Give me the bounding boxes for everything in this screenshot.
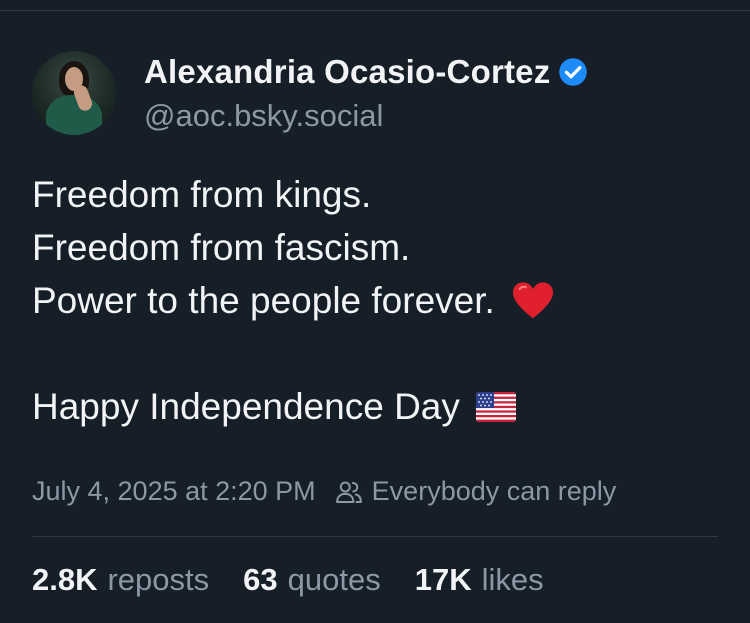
- post-text: Freedom from kings. Freedom from fascism…: [32, 168, 555, 433]
- quotes-label: quotes: [287, 562, 381, 597]
- likes-count: 17K: [414, 562, 472, 597]
- us-flag-icon: [475, 391, 516, 422]
- reposts-label: reposts: [107, 562, 210, 597]
- author-info: Alexandria Ocasio-Cortez @aoc.bsky.socia…: [144, 52, 588, 134]
- likes-label: likes: [481, 562, 544, 597]
- post-meta: July 4, 2025 at 2:20 PM Everybody can re…: [32, 476, 616, 507]
- post-line: Freedom from fascism.: [32, 227, 411, 268]
- quotes-stat[interactable]: 63 quotes: [243, 562, 381, 598]
- top-divider: [0, 10, 750, 11]
- timestamp[interactable]: July 4, 2025 at 2:20 PM: [32, 476, 316, 507]
- red-heart-icon: [512, 281, 553, 318]
- avatar[interactable]: [32, 51, 116, 135]
- display-name-row: Alexandria Ocasio-Cortez: [144, 52, 588, 92]
- likes-stat[interactable]: 17K likes: [415, 562, 544, 598]
- reply-setting[interactable]: Everybody can reply: [372, 476, 617, 507]
- engagement-stats: 2.8K reposts 63 quotes 17K likes: [32, 562, 578, 598]
- reposts-count: 2.8K: [32, 562, 98, 597]
- post-line: Freedom from kings.: [32, 174, 372, 215]
- post-header: Alexandria Ocasio-Cortez @aoc.bsky.socia…: [32, 50, 588, 136]
- display-name[interactable]: Alexandria Ocasio-Cortez: [144, 53, 550, 91]
- reposts-stat[interactable]: 2.8K reposts: [32, 562, 209, 598]
- post-line: Happy Independence Day: [32, 380, 555, 433]
- handle[interactable]: @aoc.bsky.social: [144, 98, 588, 134]
- people-icon: [335, 481, 362, 503]
- stats-divider: [32, 536, 718, 537]
- quotes-count: 63: [243, 562, 278, 597]
- verified-badge-icon[interactable]: [558, 57, 588, 87]
- post-line: Power to the people forever.: [32, 274, 555, 327]
